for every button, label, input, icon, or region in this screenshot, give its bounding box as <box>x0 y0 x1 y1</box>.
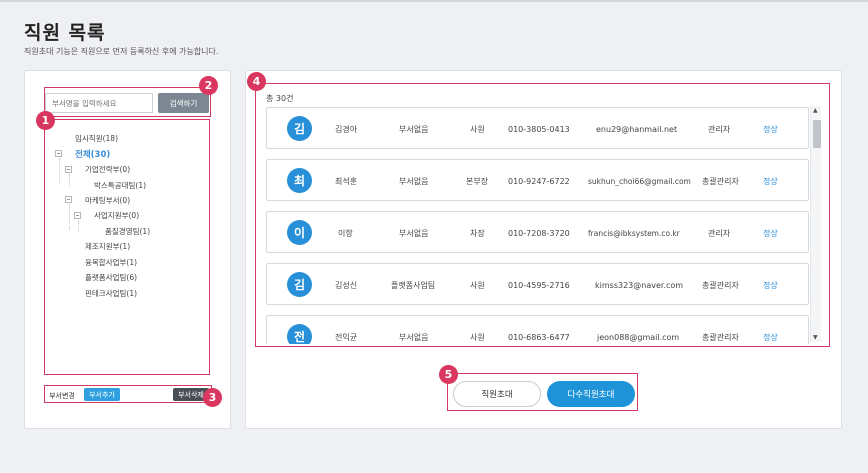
employee-dept: 부서없음 <box>399 124 429 134</box>
tree-line <box>69 204 70 230</box>
employee-card[interactable]: 김 김경아 부서없음 사원 010-3805-0413 enu29@hanmai… <box>266 107 809 149</box>
employee-name: 이항 <box>338 228 353 238</box>
employee-name: 김경아 <box>335 124 358 134</box>
employee-position: 사원 <box>470 124 485 134</box>
employee-card[interactable]: 김 김성신 플랫폼사업팀 사원 010-4595-2716 kimss323@n… <box>266 263 809 305</box>
employee-name: 최석훈 <box>335 176 358 186</box>
tree-item-fintech[interactable]: 핀테크사업팀(1) <box>85 288 137 299</box>
employee-role: 관리자 <box>708 228 731 238</box>
employee-phone: 010-4595-2716 <box>508 280 570 290</box>
employee-position: 사원 <box>470 280 485 290</box>
employee-position: 차장 <box>470 228 485 238</box>
tree-item-platform[interactable]: 플랫폼사업팀(6) <box>85 272 137 283</box>
employee-status[interactable]: 정상 <box>763 316 778 344</box>
employee-name: 김성신 <box>335 280 358 290</box>
employee-status[interactable]: 정상 <box>763 160 778 202</box>
callout-badge-4: 4 <box>247 72 266 91</box>
avatar: 김 <box>287 116 312 141</box>
employee-card[interactable]: 최 최석훈 부서없음 본부장 010-9247-6722 sukhun_choi… <box>266 159 809 201</box>
employee-phone: 010-9247-6722 <box>508 176 570 186</box>
employee-name: 전익균 <box>335 332 358 342</box>
employee-dept: 플랫폼사업팀 <box>391 280 436 290</box>
employee-phone: 010-3805-0413 <box>508 124 570 134</box>
employee-status[interactable]: 정상 <box>763 264 778 306</box>
callout-badge-5: 5 <box>439 365 458 384</box>
page-subtitle: 직원초대 기능은 직원으로 먼저 등록하신 후에 가능합니다. <box>24 47 219 56</box>
avatar: 전 <box>287 324 312 344</box>
employee-email: jeon088@gmail.com <box>597 332 680 342</box>
employee-status[interactable]: 정상 <box>763 212 778 254</box>
tree-line <box>69 174 70 186</box>
invite-employee-button[interactable]: 직원초대 <box>453 381 541 407</box>
tree-collapse-icon[interactable] <box>74 212 81 219</box>
employee-position: 본부장 <box>466 176 489 186</box>
tree-item-quality[interactable]: 품질경영팀(1) <box>105 226 150 237</box>
employee-card[interactable]: 이 이항 부서없음 차장 010-7208-3720 francis@ibksy… <box>266 211 809 253</box>
employee-email: sukhun_choi66@gmail.com <box>588 176 691 186</box>
page-title: 직원 목록 <box>24 22 106 44</box>
employee-status[interactable]: 정상 <box>763 108 778 150</box>
tree-item-business-support[interactable]: 사업지원부(0) <box>94 210 139 221</box>
tree-item-convergence[interactable]: 융복합사업부(1) <box>85 257 137 268</box>
employee-role: 관리자 <box>708 124 731 134</box>
employee-phone: 010-6863-6477 <box>508 332 570 342</box>
employee-phone: 010-7208-3720 <box>508 228 570 238</box>
tree-line <box>59 158 60 184</box>
employee-role: 총괄관리자 <box>702 280 739 290</box>
employee-role: 총괄관리자 <box>702 332 739 342</box>
callout-badge-1: 1 <box>36 111 55 130</box>
tree-collapse-icon[interactable] <box>65 166 72 173</box>
employee-email: francis@ibksystem.co.kr <box>588 228 680 238</box>
change-department-button[interactable]: 부서변경 <box>48 389 76 402</box>
employee-role: 총괄관리자 <box>702 176 739 186</box>
scroll-up-icon[interactable]: ▲ <box>813 107 818 114</box>
employee-email: enu29@hanmail.net <box>596 124 678 134</box>
tree-collapse-icon[interactable] <box>65 196 72 203</box>
scroll-thumb[interactable] <box>813 120 821 148</box>
avatar: 이 <box>287 220 312 245</box>
tree-item-box-team[interactable]: 박스특공대팀(1) <box>94 180 146 191</box>
employee-card-clip: 전 전익균 부서없음 사원 010-6863-6477 jeon088@gmai… <box>266 315 809 344</box>
avatar: 최 <box>287 168 312 193</box>
list-scrollbar[interactable]: ▲ ▼ <box>810 106 821 342</box>
total-count: 총 30건 <box>266 94 294 103</box>
employee-position: 사원 <box>470 332 485 342</box>
callout-badge-3: 3 <box>203 388 222 407</box>
tree-item-manufacturing[interactable]: 제조지원부(1) <box>85 241 130 252</box>
callout-badge-2: 2 <box>199 76 218 95</box>
tree-collapse-icon[interactable] <box>55 150 62 157</box>
employee-email: kimss323@naver.com <box>595 280 684 290</box>
avatar: 김 <box>287 272 312 297</box>
tree-item-temp-staff[interactable]: 임시직원(18) <box>75 133 118 144</box>
scroll-down-icon[interactable]: ▼ <box>813 334 818 341</box>
department-search-input[interactable] <box>45 93 153 113</box>
employee-card[interactable]: 전 전익균 부서없음 사원 010-6863-6477 jeon088@gmai… <box>266 315 809 344</box>
tree-line <box>78 220 79 232</box>
top-border <box>0 0 868 2</box>
tree-item-all[interactable]: 전체(30) <box>75 148 110 160</box>
add-department-button[interactable]: 부서추가 <box>84 388 120 401</box>
tree-item-marketing[interactable]: 마케팅부서(0) <box>85 195 130 206</box>
employee-dept: 부서없음 <box>399 176 429 186</box>
employee-dept: 부서없음 <box>399 228 429 238</box>
search-button[interactable]: 검색하기 <box>158 93 209 113</box>
multi-invite-button[interactable]: 다수직원초대 <box>547 381 635 407</box>
tree-item-strategy[interactable]: 기업전략부(0) <box>85 164 130 175</box>
employee-dept: 부서없음 <box>399 332 429 342</box>
